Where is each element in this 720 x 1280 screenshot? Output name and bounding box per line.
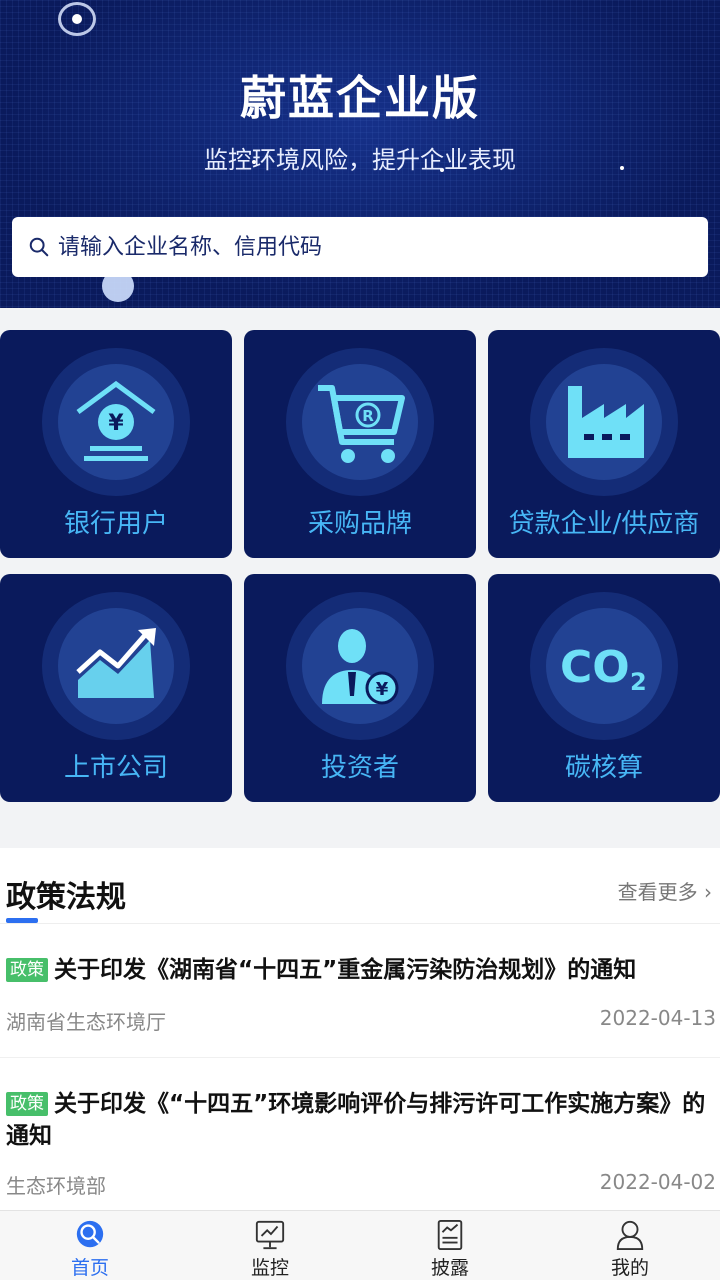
category-label: 上市公司 [63,753,168,783]
category-card-purchase-brand[interactable]: R 采购品牌 [244,330,476,558]
header-banner: 蔚蓝企业版 监控环境风险，提升企业表现 [0,0,720,308]
category-label: 投资者 [320,753,399,783]
search-icon [29,237,49,257]
chevron-right-icon: › [704,880,712,904]
nav-label: 首页 [70,1257,109,1279]
policy-tag: 政策 [6,1092,48,1116]
nav-label: 我的 [610,1257,649,1279]
svg-text:R: R [362,407,374,425]
section-title-underline [6,918,38,923]
svg-text:2: 2 [630,668,647,696]
category-label: 银行用户 [63,509,168,539]
news-title: 关于印发《湖南省“十四五”重金属污染防治规划》的通知 [54,957,637,983]
stock-chart-icon [76,628,156,698]
nav-item-profile[interactable]: 我的 [540,1211,720,1280]
investor-icon: ¥ [322,629,399,705]
news-item[interactable]: 政策 关于印发《“十四五”环境影响评价与排污许可工作实施方案》的通知 生态环境部 … [0,1060,720,1210]
app-subtitle: 监控环境风险，提升企业表现 [204,146,516,174]
category-label: 贷款企业/供应商 [508,509,700,539]
home-search-icon [76,1220,104,1248]
view-more-label: 查看更多 [617,880,698,904]
category-grid: ¥ 银行用户 R 采购品牌 贷款企业/供应商 上市公司 ¥ 投资者 CO 2 碳… [0,330,720,804]
news-date: 2022-04-02 [599,1170,716,1194]
user-icon [616,1220,644,1251]
nav-item-monitor[interactable]: 监控 [180,1211,360,1280]
news-date: 2022-04-13 [599,1006,716,1030]
svg-text:¥: ¥ [108,411,124,436]
nav-item-disclosure[interactable]: 披露 [360,1211,540,1280]
svg-text:CO: CO [560,642,630,693]
policy-tag: 政策 [6,958,48,982]
co2-icon: CO 2 [560,642,647,696]
decorative-ring-icon [58,2,96,36]
search-box[interactable] [12,217,708,277]
category-label: 碳核算 [564,753,643,783]
category-card-loan-supplier[interactable]: 贷款企业/供应商 [488,330,720,558]
news-source: 生态环境部 [6,1174,106,1198]
category-card-bank[interactable]: ¥ 银行用户 [0,330,232,558]
shopping-cart-icon: R [318,385,405,463]
news-item[interactable]: 政策 关于印发《湖南省“十四五”重金属污染防治规划》的通知 湖南省生态环境厅 20… [0,926,720,1058]
category-card-carbon-accounting[interactable]: CO 2 碳核算 [488,574,720,802]
policy-section: 政策法规 查看更多 › 政策 关于印发《湖南省“十四五”重金属污染防治规划》的通知… [0,848,720,1210]
news-headline: 政策 关于印发《湖南省“十四五”重金属污染防治规划》的通知 [6,954,716,986]
section-title: 政策法规 [6,880,126,915]
category-card-investor[interactable]: ¥ 投资者 [244,574,476,802]
factory-icon [568,386,644,458]
nav-label: 监控 [250,1257,289,1279]
view-more-link[interactable]: 查看更多 › [618,876,712,905]
news-title: 关于印发《“十四五”环境影响评价与排污许可工作实施方案》的通知 [6,1091,706,1149]
report-icon [437,1219,463,1251]
news-headline: 政策 关于印发《“十四五”环境影响评价与排污许可工作实施方案》的通知 [6,1088,716,1152]
category-label: 采购品牌 [307,509,412,539]
svg-text:¥: ¥ [376,679,389,700]
app-title: 蔚蓝企业版 [240,71,480,125]
policy-header: 政策法规 查看更多 › [0,848,720,924]
bank-yuan-icon: ¥ [76,380,156,461]
nav-item-home[interactable]: 首页 [0,1211,180,1280]
monitor-icon [255,1220,285,1250]
news-source: 湖南省生态环境厅 [6,1010,166,1034]
category-card-listed-company[interactable]: 上市公司 [0,574,232,802]
nav-label: 披露 [430,1257,469,1279]
bottom-nav: 首页 监控 披露 我的 [0,1210,720,1280]
search-input[interactable] [58,234,658,260]
